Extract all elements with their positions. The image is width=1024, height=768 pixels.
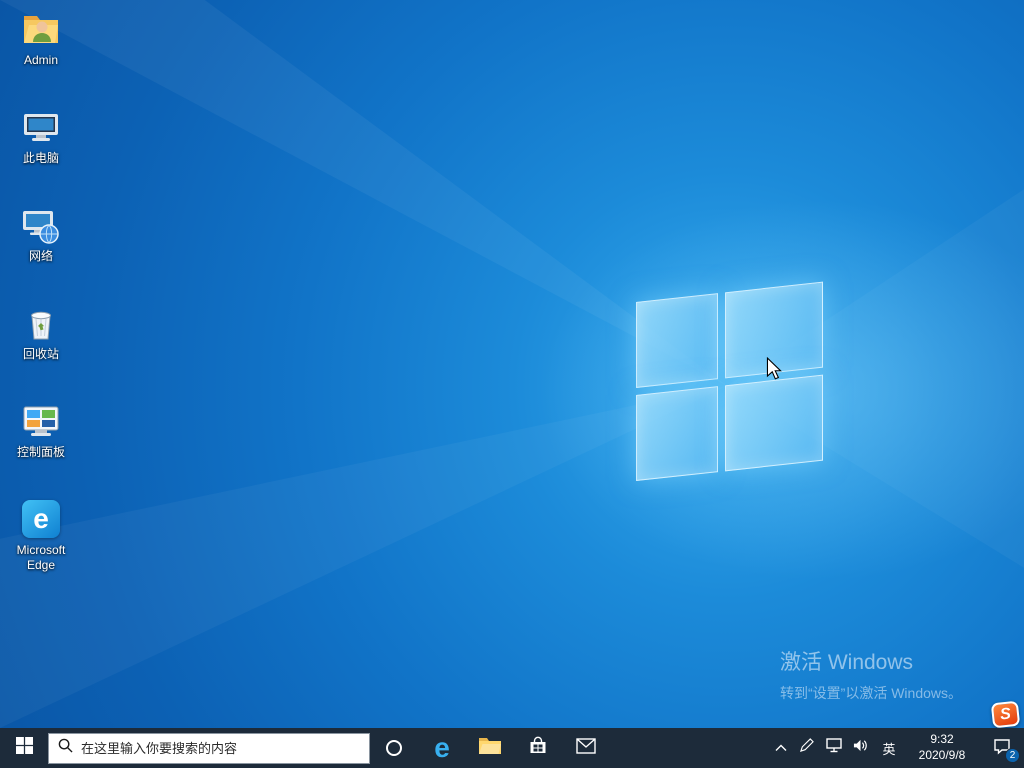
- desktop-icon-network[interactable]: 网络: [2, 204, 80, 288]
- search-icon: [58, 738, 73, 758]
- desktop-icon-label: 此电脑: [22, 151, 59, 165]
- activation-watermark: 激活 Windows 转到“设置”以激活 Windows。: [780, 646, 962, 703]
- windows-logo-pane: [636, 293, 718, 388]
- speaker-icon: [852, 738, 869, 758]
- light-beam: [0, 0, 728, 386]
- network-icon: [825, 738, 842, 758]
- desktop-icon-admin[interactable]: Admin: [2, 8, 80, 92]
- desktop-icon-this-pc[interactable]: 此电脑: [2, 106, 80, 190]
- windows-logo-pane: [725, 374, 823, 472]
- mail-button[interactable]: [562, 728, 610, 768]
- desktop-icon-column: Admin 此电脑 网络 回收站 控制面板 e Microsoft Edge: [2, 8, 80, 596]
- desktop-icon-label: 网络: [28, 249, 53, 263]
- sogou-ime-icon[interactable]: S: [990, 700, 1021, 729]
- mail-envelope-icon: [576, 737, 596, 759]
- windows-ink-tray-button[interactable]: [793, 728, 820, 768]
- tray-expand-button[interactable]: [769, 728, 793, 768]
- notification-badge: 2: [1005, 748, 1020, 763]
- store-bag-icon: [528, 736, 548, 761]
- cortana-button[interactable]: [370, 728, 418, 768]
- windows-logo-pane: [636, 386, 718, 481]
- edge-logo-glyph: e: [22, 500, 60, 538]
- cortana-icon: [386, 740, 402, 756]
- computer-icon: [20, 106, 62, 148]
- user-folder-icon: [20, 8, 62, 50]
- recycle-bin-icon: [20, 302, 62, 344]
- activation-title: 激活 Windows: [780, 651, 914, 674]
- network-globe-icon: [20, 204, 62, 246]
- taskbar-search-box[interactable]: [48, 732, 370, 764]
- pen-icon: [799, 738, 814, 758]
- light-beam: [727, 189, 1024, 568]
- activation-subtitle: 转到“设置”以激活 Windows。: [780, 685, 963, 701]
- start-button[interactable]: [0, 728, 48, 768]
- clock-time: 9:32: [930, 732, 954, 747]
- search-input[interactable]: [81, 740, 360, 756]
- wallpaper-windows-logo: [636, 281, 823, 481]
- desktop-icon-recycle-bin[interactable]: 回收站: [2, 302, 80, 386]
- clock-date: 2020/9/8: [918, 748, 966, 762]
- taskbar-edge-button[interactable]: e: [418, 728, 466, 768]
- taskbar-clock[interactable]: 9:32 2020/9/8: [904, 728, 980, 768]
- edge-icon: e: [20, 498, 62, 540]
- chevron-up-icon: [775, 739, 787, 757]
- ime-indicator[interactable]: 英: [874, 728, 904, 768]
- desktop-icon-label: 控制面板: [16, 445, 65, 459]
- file-explorer-button[interactable]: [466, 728, 514, 768]
- folder-icon: [478, 736, 502, 761]
- network-tray-button[interactable]: [820, 728, 847, 768]
- volume-tray-button[interactable]: [847, 728, 874, 768]
- action-center-button[interactable]: 2: [980, 728, 1024, 768]
- taskbar: e: [0, 728, 1024, 768]
- system-tray: 英 9:32 2020/9/8 2: [769, 728, 1024, 768]
- microsoft-store-button[interactable]: [514, 728, 562, 768]
- control-panel-icon: [20, 400, 62, 442]
- desktop-icon-label: 回收站: [22, 347, 59, 361]
- desktop-icon-label: Admin: [23, 53, 58, 67]
- windows-start-icon: [15, 737, 33, 759]
- desktop-icon-control-panel[interactable]: 控制面板: [2, 400, 80, 484]
- desktop-icon-label: Microsoft Edge: [16, 543, 66, 572]
- desktop-icon-edge[interactable]: e Microsoft Edge: [2, 498, 80, 582]
- desktop[interactable]: Admin 此电脑 网络 回收站 控制面板 e Microsoft Edge 激…: [0, 0, 1024, 728]
- light-beam: [0, 385, 728, 728]
- edge-icon: e: [434, 732, 450, 763]
- windows-logo-pane: [725, 281, 823, 379]
